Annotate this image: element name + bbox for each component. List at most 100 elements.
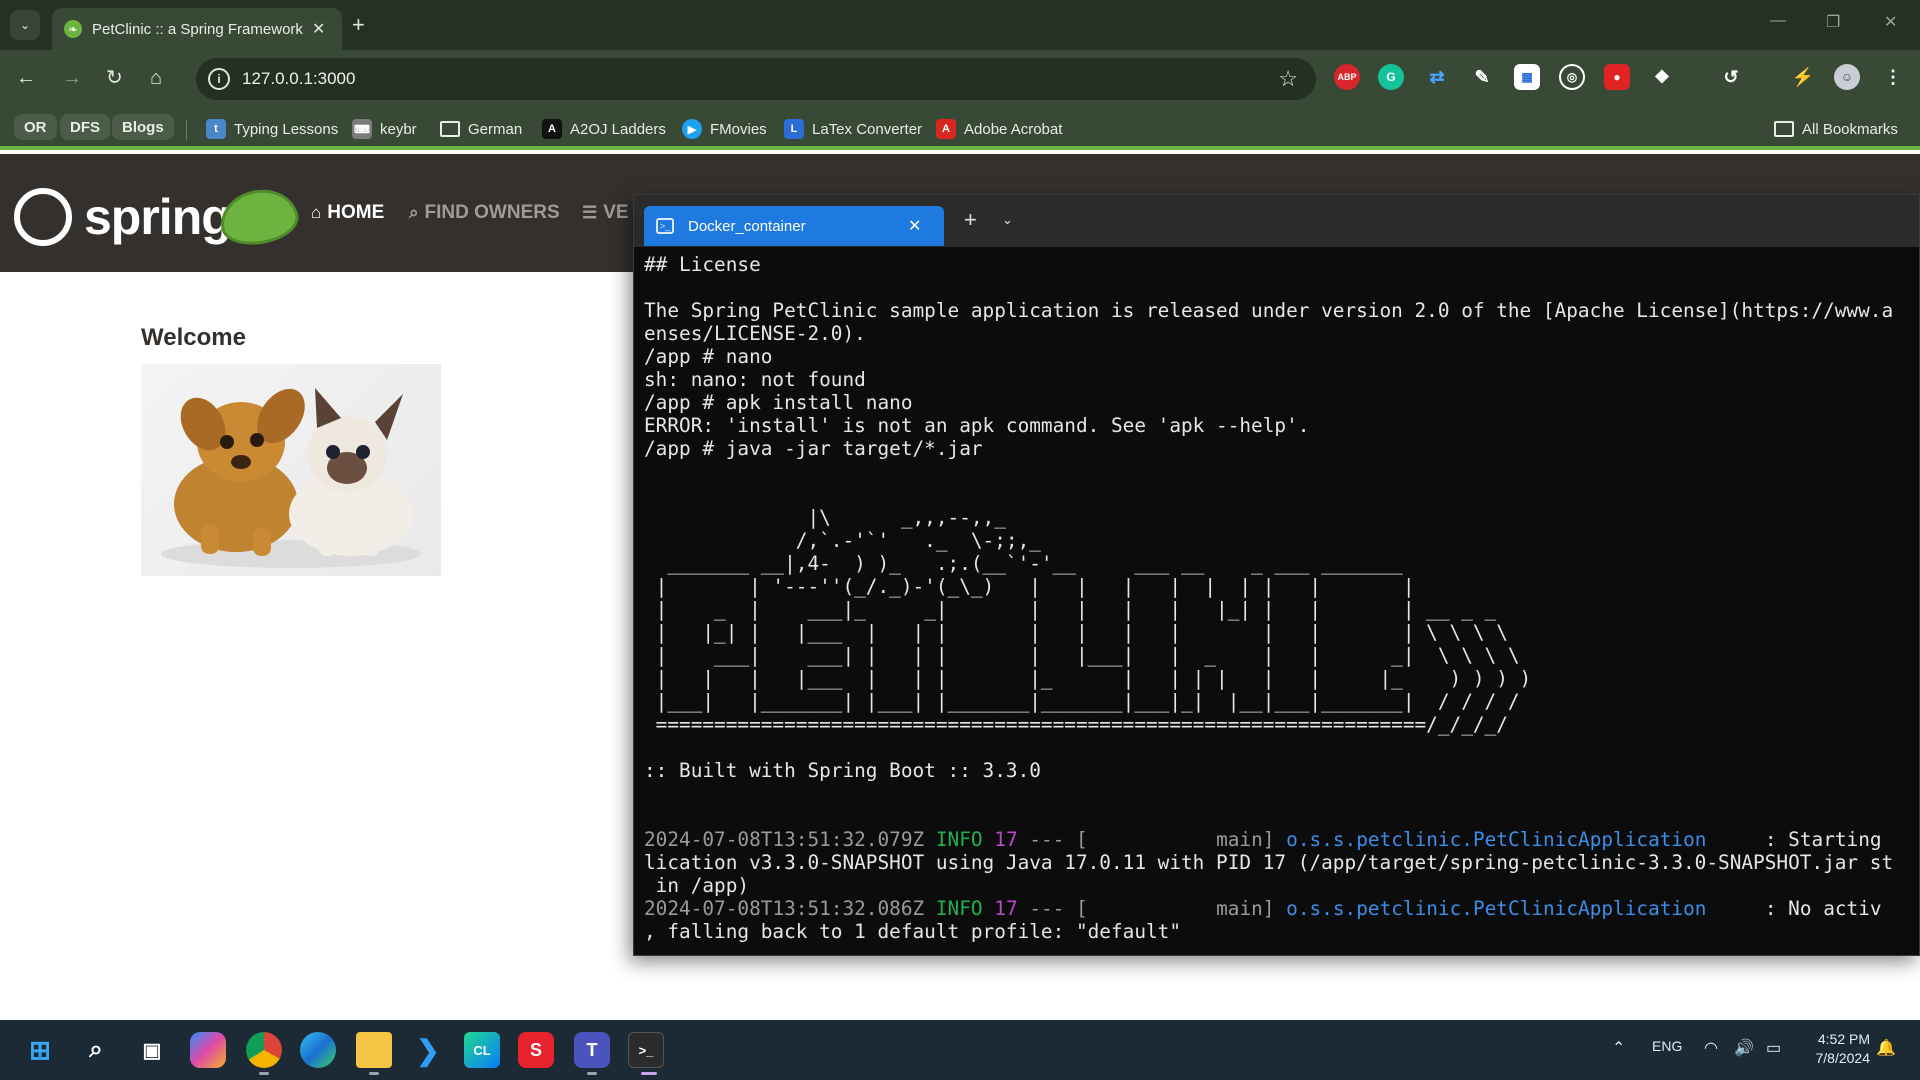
restore-icon[interactable]: ❐ — [1826, 12, 1840, 32]
windows-taskbar: ⊞ ⌕ ▣ ❯ CL S T >_ ⌃ ENG ◠ 🔊 ▭ 4:52 PM 7/… — [0, 1020, 1920, 1080]
file-explorer-icon[interactable] — [356, 1032, 392, 1068]
tab-search-chevron-icon[interactable]: ⌄ — [10, 10, 40, 40]
battery-icon[interactable]: ▭ — [1766, 1038, 1781, 1058]
list-icon: ☰ — [582, 203, 598, 222]
extensions-puzzle-icon[interactable]: ❖ — [1649, 64, 1675, 90]
language-indicator[interactable]: ENG — [1652, 1038, 1682, 1054]
bookmark-pill[interactable]: DFS — [60, 114, 110, 140]
close-window-icon[interactable]: ✕ — [1884, 12, 1897, 32]
terminal-line: | |_| | |___ | | | | | | | | | | \ \ \ \ — [644, 621, 1508, 644]
chatgpt-icon[interactable]: ◎ — [1559, 64, 1585, 90]
site-info-icon[interactable]: i — [208, 68, 230, 90]
log-timestamp: 2024-07-08T13:51:32.079Z — [644, 828, 925, 851]
tab-resize-icon[interactable]: ▦ — [1514, 64, 1540, 90]
log-line: 2024-07-08T13:51:32.079Z INFO 17 --- [ m… — [644, 828, 1914, 851]
copilot-icon[interactable] — [190, 1032, 226, 1068]
terminal-output[interactable]: ## License The Spring PetClinic sample a… — [644, 253, 1914, 953]
performance-icon[interactable]: ⚡ — [1790, 64, 1816, 90]
minimize-icon[interactable]: — — [1770, 12, 1786, 30]
bookmark-item[interactable]: t Typing Lessons — [206, 116, 338, 142]
new-terminal-tab-plus-icon[interactable]: + — [964, 207, 977, 233]
log-message: : No activ — [1706, 897, 1882, 920]
address-bar-url[interactable]: 127.0.0.1:3000 — [242, 69, 355, 89]
sync-icon[interactable]: ⇄ — [1424, 64, 1450, 90]
log-thread: --- [ main] — [1029, 828, 1275, 851]
folder-icon — [440, 121, 460, 137]
bookmark-item[interactable]: A A2OJ Ladders — [542, 116, 666, 142]
eyedropper-icon[interactable]: ✎ — [1469, 64, 1495, 90]
nav-veterinarians[interactable]: ☰ VE — [582, 202, 629, 224]
new-tab-plus-icon[interactable]: + — [352, 12, 365, 38]
bookmark-pill[interactable]: OR — [14, 114, 57, 140]
abp-icon[interactable]: ABP — [1334, 64, 1360, 90]
terminal-line: The Spring PetClinic sample application … — [644, 299, 1894, 322]
spring-power-icon — [14, 188, 72, 246]
forward-arrow-icon[interactable]: → — [62, 66, 82, 90]
bookmark-item[interactable]: ⌨ keybr — [352, 116, 417, 142]
notification-bell-icon[interactable]: 🔔 — [1876, 1038, 1896, 1058]
terminal-tab-title: Docker_container — [688, 217, 806, 235]
menu-icon[interactable]: ⋮ — [1880, 64, 1906, 90]
bookmark-item[interactable]: L LaTex Converter — [784, 116, 922, 142]
terminal-titlebar[interactable]: >_ Docker_container ✕ + ⌄ — [634, 195, 1919, 247]
clion-icon[interactable]: CL — [464, 1032, 500, 1068]
edge-icon[interactable] — [300, 1032, 336, 1068]
reload-icon[interactable]: ↻ — [106, 66, 123, 90]
close-icon[interactable]: ✕ — [908, 216, 921, 236]
terminal-line: :: Built with Spring Boot :: 3.3.0 — [644, 759, 1041, 782]
bookmark-label: A2OJ Ladders — [570, 120, 666, 138]
bookmark-label: Adobe Acrobat — [964, 120, 1063, 138]
home-icon[interactable]: ⌂ — [150, 66, 162, 90]
terminal-line: /,`.-'`' ._ \-;;,_ — [644, 529, 1041, 552]
address-bar[interactable]: i 127.0.0.1:3000 ☆ — [196, 58, 1316, 100]
close-tab-icon[interactable]: ✕ — [312, 19, 325, 39]
back-arrow-icon[interactable]: ← — [16, 66, 36, 90]
task-view-icon[interactable]: ▣ — [134, 1032, 170, 1068]
terminal-icon[interactable]: >_ — [628, 1032, 664, 1068]
browser-tabstrip: ⌄ ❧ PetClinic :: a Spring Framework ✕ + … — [0, 0, 1920, 50]
wifi-icon[interactable]: ◠ — [1704, 1038, 1718, 1058]
running-indicator — [587, 1072, 597, 1075]
terminal-line: /app # java -jar target/*.jar — [644, 437, 983, 460]
bookmark-pill[interactable]: Blogs — [112, 114, 174, 140]
browser-tab-active[interactable]: ❧ PetClinic :: a Spring Framework ✕ — [52, 8, 342, 50]
terminal-line: |\ _,,,--,,_ — [644, 506, 1006, 529]
log-message: : Starting — [1706, 828, 1882, 851]
a2oj-icon: A — [542, 119, 562, 139]
spring-logo[interactable]: spring — [14, 188, 232, 246]
terminal-tab[interactable]: >_ Docker_container ✕ — [644, 206, 944, 246]
bookmark-item[interactable]: A Adobe Acrobat — [936, 116, 1062, 142]
bookmark-star-icon[interactable]: ☆ — [1278, 66, 1298, 92]
nav-find-owners-label: FIND OWNERS — [424, 202, 560, 223]
terminal-line: ## License — [644, 253, 761, 276]
terminal-window[interactable]: >_ Docker_container ✕ + ⌄ ## License The… — [633, 194, 1920, 956]
start-icon[interactable]: ⊞ — [22, 1032, 58, 1068]
search-icon[interactable]: ⌕ — [78, 1032, 114, 1068]
chrome-icon[interactable] — [246, 1032, 282, 1068]
vscode-icon[interactable]: ❯ — [410, 1032, 446, 1068]
volume-icon[interactable]: 🔊 — [1734, 1038, 1754, 1058]
chevron-down-icon[interactable]: ⌄ — [1002, 212, 1013, 228]
bookmark-item[interactable]: ▶ FMovies — [682, 116, 767, 142]
log-level: INFO — [935, 828, 983, 851]
screen-recorder-icon[interactable]: ● — [1604, 64, 1630, 90]
profile-avatar[interactable]: ☺ — [1834, 64, 1860, 90]
nav-home[interactable]: ⌂ HOME — [311, 202, 384, 224]
clock-date: 7/8/2024 — [1815, 1050, 1871, 1066]
terminal-line: | ___| ___| | | | | |___| | _ | | _| \ \… — [644, 644, 1520, 667]
all-bookmarks-label: All Bookmarks — [1802, 120, 1898, 138]
screenpresso-icon[interactable]: S — [518, 1032, 554, 1068]
all-bookmarks[interactable]: All Bookmarks — [1774, 116, 1898, 142]
nav-find-owners[interactable]: ⌕ FIND OWNERS — [409, 202, 560, 224]
terminal-line: sh: nano: not found — [644, 368, 866, 391]
history-icon[interactable]: ↺ — [1718, 64, 1744, 90]
teams-icon[interactable]: T — [574, 1032, 610, 1068]
log-timestamp: 2024-07-08T13:51:32.086Z — [644, 897, 925, 920]
chevron-up-icon[interactable]: ⌃ — [1612, 1038, 1625, 1058]
clock[interactable]: 4:52 PM 7/8/2024 — [1808, 1030, 1871, 1068]
bookmark-item[interactable]: German — [440, 116, 522, 142]
grammarly-icon[interactable]: G — [1378, 64, 1404, 90]
terminal-line: ========================================… — [644, 713, 1508, 736]
